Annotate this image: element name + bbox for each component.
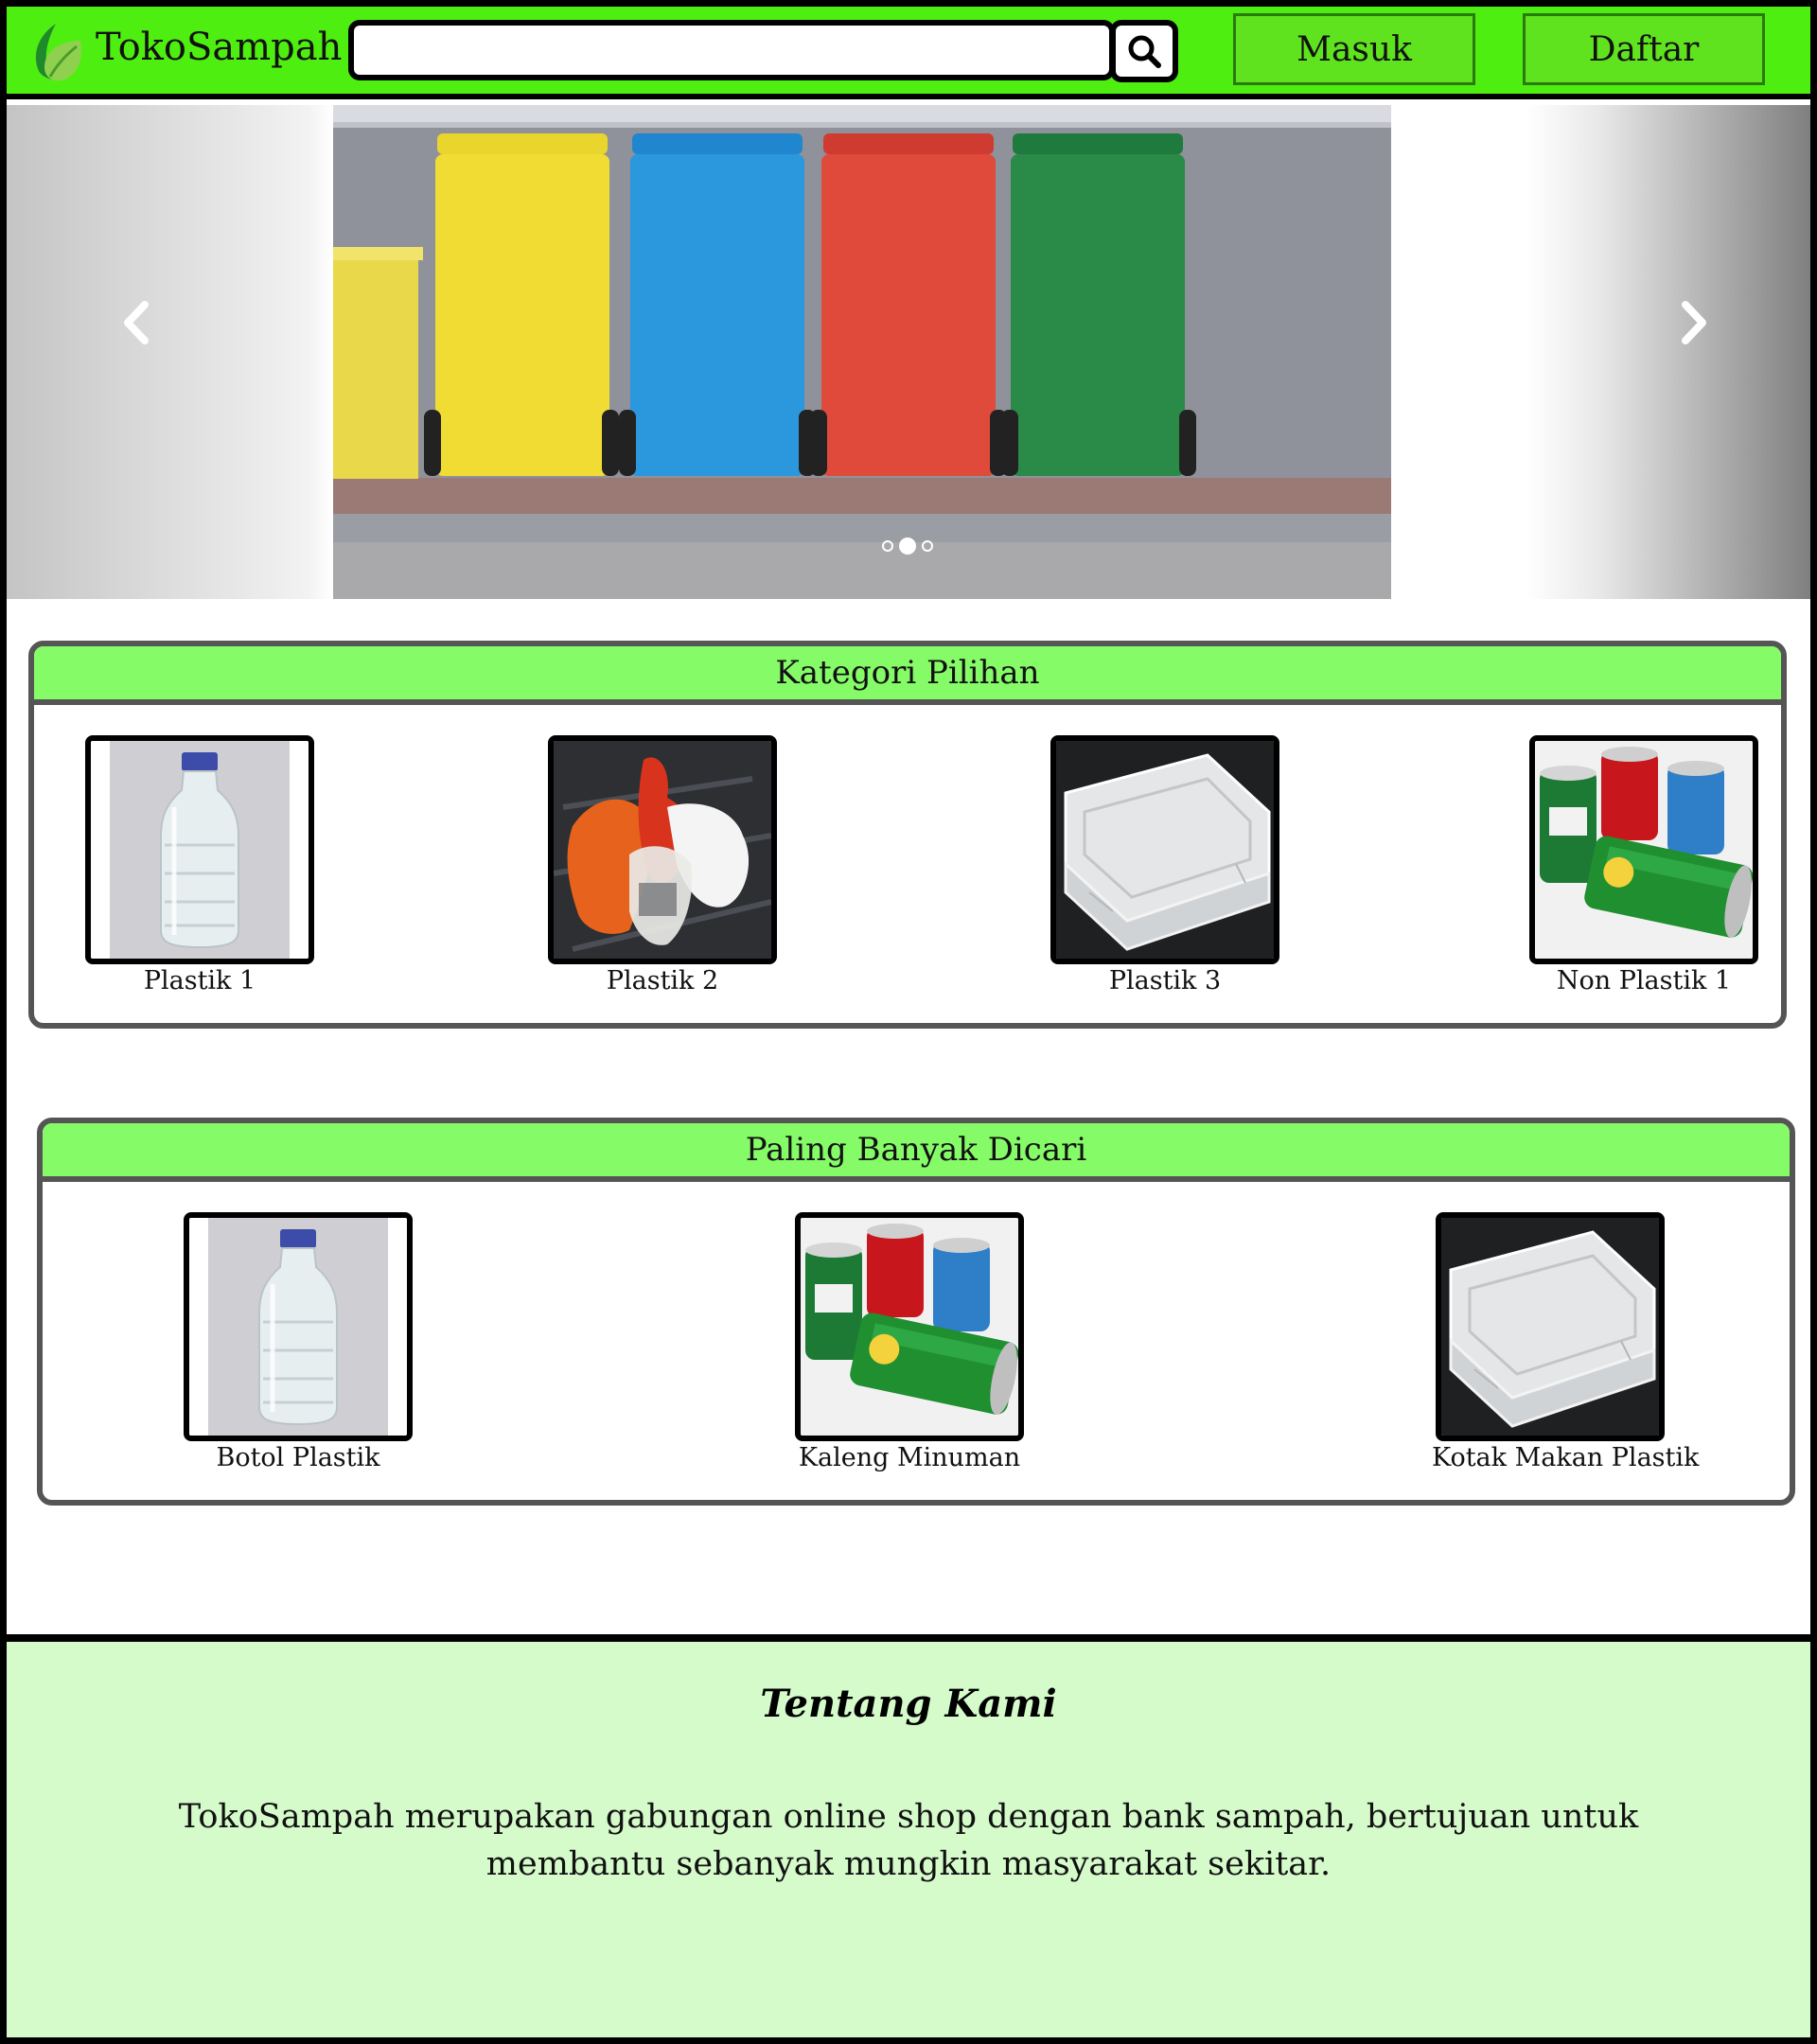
carousel-dot-2[interactable] [899, 537, 916, 555]
search-icon [1128, 35, 1161, 68]
carousel-next-button[interactable] [1665, 285, 1721, 361]
chevron-left-icon [124, 301, 149, 344]
popular-label[interactable]: Botol Plastik [180, 1443, 416, 1472]
category-panel: Kategori Pilihan Plastik 1 Plastik 2 Pla… [28, 641, 1787, 1029]
plastic-box-image [1441, 1218, 1659, 1436]
carousel-indicators [882, 537, 933, 555]
category-thumbnail[interactable] [1529, 735, 1758, 964]
popular-thumbnail[interactable] [1436, 1212, 1665, 1441]
category-label[interactable]: Plastik 1 [81, 966, 318, 996]
drink-cans-image [1535, 741, 1753, 959]
plastic-box-image [1056, 741, 1274, 959]
category-label[interactable]: Plastik 3 [1047, 966, 1283, 996]
category-thumbnail[interactable] [85, 735, 314, 964]
drink-cans-image [801, 1218, 1018, 1436]
page: TokoSampah Masuk Daftar Kategori Pilihan… [0, 0, 1817, 2044]
plastic-bags-image [554, 741, 771, 959]
carousel-left-gradient [7, 105, 333, 599]
about-footer: Tentang Kami TokoSampah merupakan gabung… [7, 1634, 1810, 2037]
category-label[interactable]: Non Plastik 1 [1526, 966, 1762, 996]
popular-item-botol-plastik[interactable]: Botol Plastik [180, 1212, 416, 1472]
category-item-non-plastik-1[interactable]: Non Plastik 1 [1526, 735, 1762, 996]
category-panel-title: Kategori Pilihan [34, 646, 1781, 705]
popular-thumbnail[interactable] [184, 1212, 413, 1441]
category-item-plastik-1[interactable]: Plastik 1 [81, 735, 318, 996]
search-button[interactable] [1110, 20, 1178, 82]
popular-panel-title: Paling Banyak Dicari [43, 1123, 1790, 1182]
popular-panel: Paling Banyak Dicari Botol Plastik Kalen… [37, 1118, 1795, 1506]
carousel-slide-image [333, 105, 1391, 599]
category-label[interactable]: Plastik 2 [544, 966, 781, 996]
category-thumbnail[interactable] [548, 735, 777, 964]
search-input[interactable] [348, 20, 1115, 80]
waste-bins-image [333, 105, 1391, 599]
popular-item-kotak-makan-plastik[interactable]: Kotak Makan Plastik [1432, 1212, 1699, 1472]
about-title: Tentang Kami [760, 1682, 1057, 1726]
plastic-bottle-image [91, 741, 309, 959]
hero-carousel [7, 105, 1810, 599]
popular-label[interactable]: Kotak Makan Plastik [1432, 1443, 1699, 1472]
login-button[interactable]: Masuk [1233, 13, 1475, 85]
popular-label[interactable]: Kaleng Minuman [791, 1443, 1028, 1472]
carousel-dot-3[interactable] [922, 540, 933, 552]
leaf-logo-icon[interactable] [27, 20, 88, 82]
about-text: TokoSampah merupakan gabungan online sho… [178, 1798, 1639, 1883]
plastic-bottle-image [189, 1218, 407, 1436]
popular-item-kaleng-minuman[interactable]: Kaleng Minuman [791, 1212, 1028, 1472]
popular-thumbnail[interactable] [795, 1212, 1024, 1441]
register-button[interactable]: Daftar [1523, 13, 1765, 85]
category-item-plastik-3[interactable]: Plastik 3 [1047, 735, 1283, 996]
navbar: TokoSampah Masuk Daftar [7, 7, 1810, 99]
carousel-prev-button[interactable] [109, 285, 166, 361]
category-thumbnail[interactable] [1050, 735, 1279, 964]
category-item-plastik-2[interactable]: Plastik 2 [544, 735, 781, 996]
carousel-dot-1[interactable] [882, 540, 893, 552]
chevron-right-icon [1682, 301, 1706, 344]
brand-name[interactable]: TokoSampah [96, 26, 342, 69]
